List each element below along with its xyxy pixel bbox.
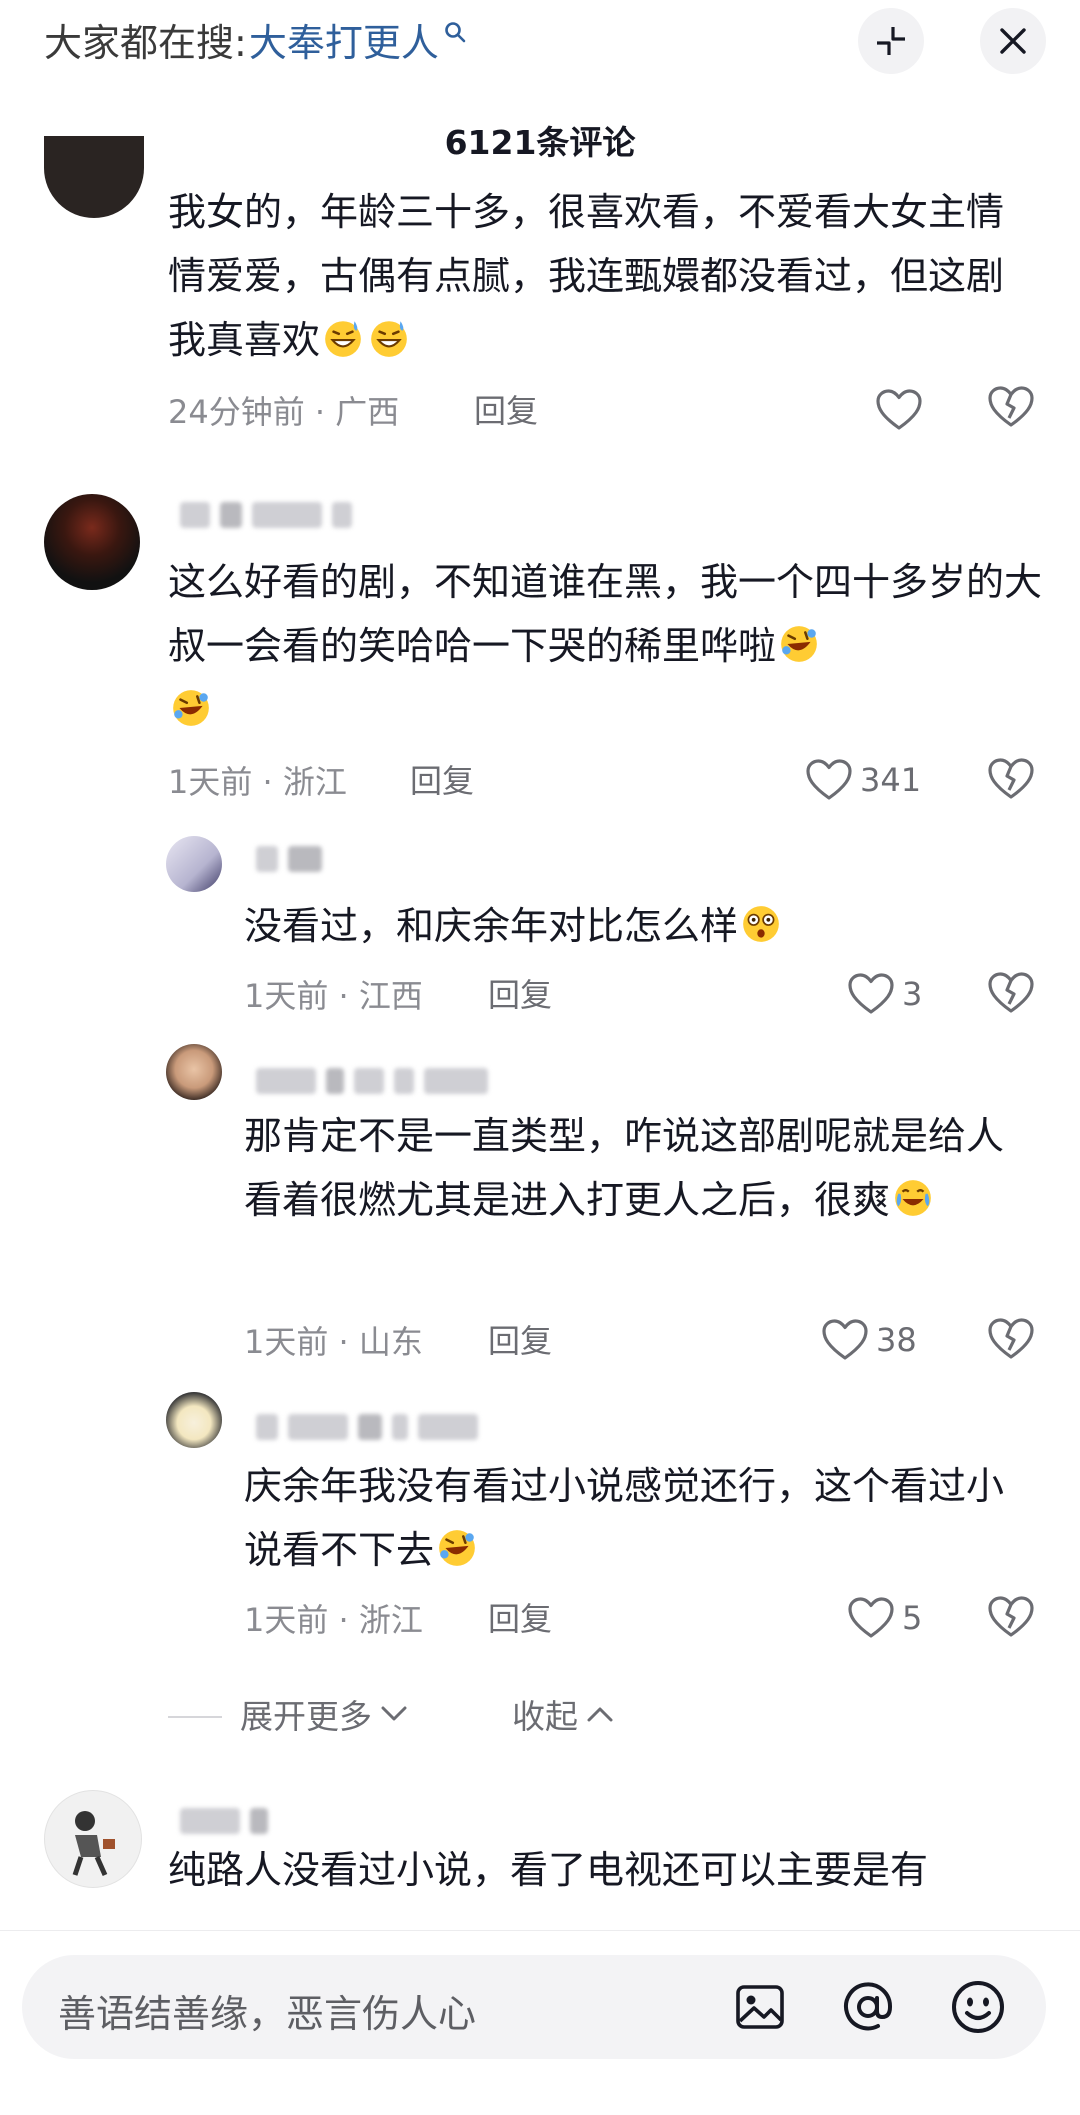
heart-outline-icon bbox=[806, 759, 852, 800]
rolling-laughing-emoji-icon bbox=[173, 690, 209, 726]
avatar[interactable] bbox=[44, 494, 140, 590]
heart-outline-icon bbox=[848, 1597, 894, 1638]
comment-meta: 24分钟前 · 广西 bbox=[168, 386, 399, 434]
username-redacted[interactable] bbox=[256, 1412, 478, 1442]
collapse-label: 收起 bbox=[512, 1697, 578, 1736]
image-button[interactable] bbox=[730, 1977, 790, 2037]
time-location: 1天前 · 山东 bbox=[244, 1323, 423, 1361]
comment-item: 这么好看的剧，不知道谁在黑，我一个四十多岁的大叔一会看的笑哈哈一下哭的稀里哗啦 bbox=[168, 550, 1048, 742]
expand-divider bbox=[168, 1716, 222, 1718]
chevron-up-icon bbox=[587, 1707, 613, 1722]
like-button[interactable]: 341 bbox=[806, 756, 921, 804]
username-redacted[interactable] bbox=[256, 1066, 488, 1096]
comment-meta: 1天前 · 浙江 bbox=[168, 756, 347, 804]
emoji-button[interactable] bbox=[948, 1977, 1008, 2037]
comment-meta: 1天前 · 浙江 bbox=[244, 1594, 423, 1642]
like-count: 38 bbox=[876, 1321, 917, 1359]
like-button[interactable]: 3 bbox=[848, 970, 922, 1018]
expand-more-button[interactable]: 展开更多 bbox=[240, 1690, 408, 1738]
comment-text: 这么好看的剧，不知道谁在黑，我一个四十多岁的大叔一会看的笑哈哈一下哭的稀里哗啦 bbox=[168, 550, 1048, 742]
username-redacted[interactable] bbox=[180, 500, 352, 530]
dislike-button[interactable] bbox=[988, 1318, 1034, 1364]
collapse-arrows-icon bbox=[877, 27, 905, 55]
comment-input-bar: 善语结善缘，恶言伤人心 bbox=[0, 1930, 1080, 2115]
dislike-button[interactable] bbox=[988, 1596, 1034, 1642]
time-location: 1天前 · 浙江 bbox=[244, 1601, 423, 1639]
avatar[interactable] bbox=[44, 1790, 142, 1888]
comment-text: 我女的，年龄三十多，很喜欢看，不爱看大女主情情爱爱，古偶有点腻，我连甄嬛都没看过… bbox=[168, 190, 1005, 362]
grinning-sweat-emoji-icon bbox=[371, 321, 407, 357]
hot-search-term[interactable]: 大奉打更人 bbox=[249, 12, 439, 67]
heart-outline-icon bbox=[876, 389, 922, 430]
heart-outline-icon bbox=[822, 1319, 868, 1360]
dislike-button[interactable] bbox=[988, 972, 1034, 1018]
comment-item: 我女的，年龄三十多，很喜欢看，不爱看大女主情情爱爱，古偶有点腻，我连甄嬛都没看过… bbox=[168, 180, 1018, 372]
like-count: 5 bbox=[902, 1599, 923, 1637]
grinning-sweat-emoji-icon bbox=[325, 321, 361, 357]
dislike-button[interactable] bbox=[988, 386, 1034, 432]
like-button[interactable] bbox=[876, 386, 922, 434]
cartoon-person-avatar-icon bbox=[72, 1811, 115, 1877]
crying-laughing-emoji-icon bbox=[895, 1180, 931, 1216]
reply-button[interactable]: 回复 bbox=[488, 1594, 552, 1640]
comment-item: 那肯定不是一直类型，咋说这部剧呢就是给人看着很燃尤其是进入打更人之后，很爽 bbox=[244, 1104, 1024, 1232]
avatar[interactable] bbox=[166, 1392, 222, 1448]
comment-text: 没看过，和庆余年对比怎么样 bbox=[244, 894, 1024, 958]
broken-heart-icon bbox=[988, 972, 1034, 1013]
like-count: 3 bbox=[902, 975, 923, 1013]
dislike-button[interactable] bbox=[988, 758, 1034, 804]
avatar[interactable] bbox=[166, 836, 222, 892]
username-redacted[interactable] bbox=[256, 844, 322, 874]
like-button[interactable]: 5 bbox=[848, 1594, 922, 1642]
time-location: 1天前 · 江西 bbox=[244, 977, 423, 1015]
reply-button[interactable]: 回复 bbox=[410, 756, 474, 802]
broken-heart-icon bbox=[988, 1596, 1034, 1637]
close-icon bbox=[1000, 28, 1026, 54]
avatar[interactable] bbox=[166, 1044, 222, 1100]
comment-text: 纯路人没看过小说，看了电视还可以主要是有 bbox=[168, 1848, 929, 1892]
like-count: 341 bbox=[860, 761, 922, 799]
username-redacted[interactable] bbox=[180, 1806, 268, 1836]
comment-item: 纯路人没看过小说，看了电视还可以主要是有 bbox=[168, 1838, 1048, 1902]
comment-count-title: 6121条评论 bbox=[444, 123, 636, 162]
comment-input[interactable]: 善语结善缘，恶言伤人心 bbox=[22, 1955, 1046, 2059]
reply-button[interactable]: 回复 bbox=[488, 1316, 552, 1362]
comment-text: 那肯定不是一直类型，咋说这部剧呢就是给人看着很燃尤其是进入打更人之后，很爽 bbox=[244, 1114, 1005, 1222]
close-button[interactable] bbox=[980, 8, 1046, 74]
collapse-button[interactable] bbox=[858, 8, 924, 74]
comment-input-placeholder: 善语结善缘，恶言伤人心 bbox=[58, 1992, 477, 2036]
astonished-emoji-icon bbox=[743, 906, 779, 942]
heart-outline-icon bbox=[848, 973, 894, 1014]
comment-item: 没看过，和庆余年对比怎么样 bbox=[244, 894, 1024, 958]
broken-heart-icon bbox=[988, 386, 1034, 427]
at-icon bbox=[844, 1982, 893, 2031]
comment-item: 庆余年我没有看过小说感觉还行，这个看过小说看不下去 bbox=[244, 1454, 1024, 1582]
rolling-laughing-emoji-icon bbox=[781, 626, 817, 662]
rolling-laughing-emoji-icon bbox=[439, 1530, 475, 1566]
broken-heart-icon bbox=[988, 1318, 1034, 1359]
mention-button[interactable] bbox=[838, 1977, 898, 2037]
comment-text: 庆余年我没有看过小说感觉还行，这个看过小说看不下去 bbox=[244, 1464, 1005, 1572]
reply-button[interactable]: 回复 bbox=[474, 386, 538, 432]
collapse-replies-button[interactable]: 收起 bbox=[512, 1690, 614, 1738]
smiley-icon bbox=[952, 1981, 1004, 2033]
search-icon bbox=[445, 22, 466, 43]
comment-meta: 1天前 · 江西 bbox=[244, 970, 423, 1018]
broken-heart-icon bbox=[988, 758, 1034, 799]
avatar[interactable] bbox=[44, 136, 144, 218]
expand-more-label: 展开更多 bbox=[240, 1697, 372, 1736]
comment-meta: 1天前 · 山东 bbox=[244, 1316, 423, 1364]
time-location: 1天前 · 浙江 bbox=[168, 763, 347, 801]
like-button[interactable]: 38 bbox=[822, 1316, 917, 1364]
hot-search-prefix: 大家都在搜: bbox=[44, 20, 247, 65]
image-icon bbox=[736, 1985, 784, 2029]
reply-button[interactable]: 回复 bbox=[488, 970, 552, 1016]
time-location: 24分钟前 · 广西 bbox=[168, 393, 400, 431]
hot-search-bar[interactable]: 大家都在搜: 大奉打更人 bbox=[44, 12, 467, 67]
chevron-down-icon bbox=[381, 1706, 407, 1721]
